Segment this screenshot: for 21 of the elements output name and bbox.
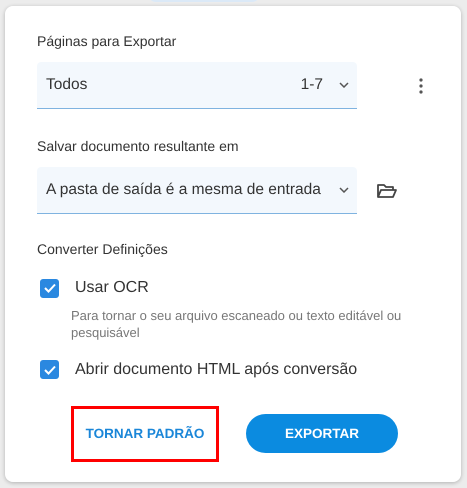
checkbox-label: Usar OCR: [75, 278, 149, 298]
pages-select[interactable]: Todos 1-7: [37, 62, 357, 109]
check-icon: [44, 364, 56, 375]
chevron-down-icon: [339, 82, 349, 88]
section-heading: Converter Definições: [37, 240, 169, 259]
checkbox-label: Abrir documento HTML após conversão: [75, 360, 358, 380]
checkbox[interactable]: [40, 360, 59, 380]
field-label: Salvar documento resultante em: [37, 137, 240, 156]
field-label: Páginas para Exportar: [37, 32, 178, 51]
folder-icon[interactable]: [377, 182, 397, 198]
check-icon: [44, 283, 56, 293]
page-range: 1-7: [300, 75, 323, 96]
export-button[interactable]: EXPORTAR: [246, 414, 398, 454]
select-value: A pasta de saída é a mesma de entrada: [46, 180, 322, 200]
checkbox[interactable]: [40, 278, 59, 298]
help-text: Para tornar o seu arquivo escaneado ou texto editável ou pesquisável: [71, 308, 402, 342]
output-folder-select[interactable]: A pasta de saída é a mesma de entrada: [37, 167, 357, 214]
chevron-down-icon: [339, 187, 349, 193]
select-value: Todos: [46, 75, 88, 96]
set-default-button[interactable]: TORNAR PADRÃO: [71, 406, 219, 462]
more-options-icon[interactable]: [419, 78, 423, 94]
